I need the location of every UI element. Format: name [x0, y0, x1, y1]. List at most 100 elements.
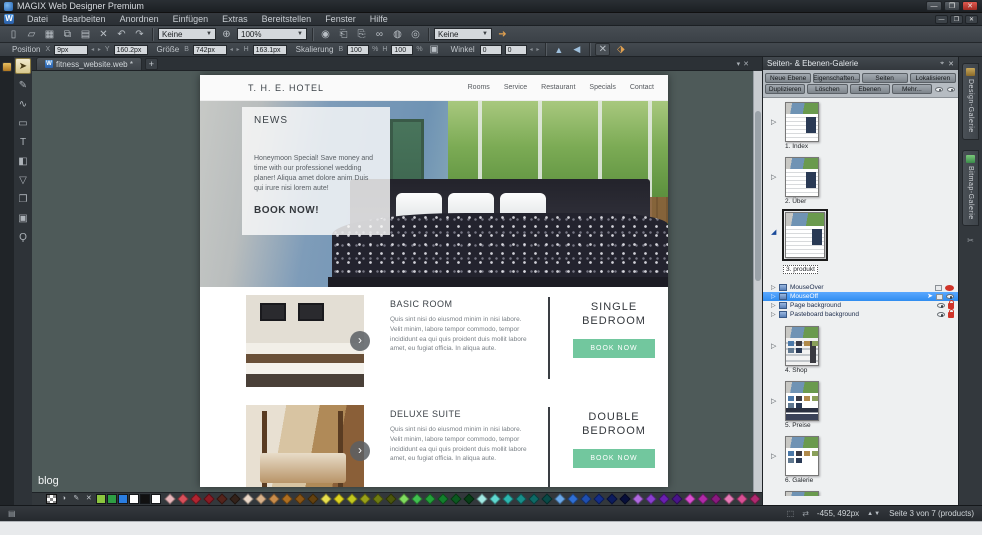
transparency-tool[interactable]: ▽ — [15, 172, 31, 188]
page-up-down-arrows[interactable]: ▲▼ — [867, 511, 881, 517]
color-swatch[interactable] — [697, 493, 710, 505]
export-page-icon[interactable]: ⎗ — [336, 28, 351, 41]
color-swatch[interactable] — [567, 493, 580, 505]
color-swatch[interactable] — [437, 493, 450, 505]
visible-eye-icon[interactable] — [937, 312, 945, 317]
no-color-swatch[interactable] — [46, 494, 57, 504]
color-swatch[interactable] — [398, 493, 411, 505]
color-swatch[interactable] — [359, 493, 372, 505]
color-editor-icon[interactable]: ◑ — [59, 494, 69, 504]
link-icon[interactable]: ∞ — [372, 28, 387, 41]
expander-icon[interactable]: ◢ — [771, 228, 776, 236]
color-swatch[interactable] — [489, 493, 502, 505]
color-swatch[interactable] — [450, 493, 463, 505]
panel-button[interactable]: Seiten — [861, 73, 908, 83]
page-label[interactable]: 5. Preise — [785, 422, 958, 429]
zoom-plus-icon[interactable]: ⊕ — [219, 28, 234, 41]
page-thumbnail[interactable] — [785, 102, 819, 142]
visible-eye-icon[interactable] — [937, 303, 945, 308]
carousel-next-button[interactable]: › — [350, 441, 370, 461]
color-swatch[interactable] — [645, 493, 658, 505]
page-thumbnail-entry[interactable]: ▷ 1. Index — [763, 102, 958, 150]
position-stepper[interactable]: ◂ ▸ — [91, 46, 102, 53]
page-thumbnail[interactable] — [785, 436, 819, 476]
color-swatch[interactable] — [684, 493, 697, 505]
color-swatch[interactable] — [150, 494, 161, 504]
color-swatch[interactable] — [736, 493, 749, 505]
flip-horizontal-icon[interactable]: ▲ — [551, 43, 566, 56]
doc-restore-button[interactable]: ❐ — [950, 14, 963, 24]
color-swatch[interactable] — [723, 493, 736, 505]
photo-tool[interactable]: ▣ — [15, 210, 31, 226]
wrench-icon[interactable]: ✂ — [966, 236, 976, 246]
color-swatch[interactable] — [554, 493, 567, 505]
page-thumbnail-entry[interactable]: ▷ 6. Galerie — [763, 436, 958, 484]
expander-icon[interactable]: ▷ — [771, 302, 776, 309]
expander-icon[interactable]: ▷ — [771, 118, 776, 126]
copy-icon[interactable]: ⧉ — [60, 28, 75, 41]
panel-button[interactable]: Neue Ebene — [765, 73, 812, 83]
delete-icon[interactable]: ✕ — [96, 28, 111, 41]
expander-icon[interactable]: ▷ — [771, 173, 776, 181]
color-swatch[interactable] — [139, 494, 150, 504]
color-swatch[interactable] — [294, 493, 307, 505]
color-swatch[interactable] — [255, 493, 268, 505]
color-swatch[interactable] — [463, 493, 476, 505]
color-swatch[interactable] — [203, 493, 216, 505]
fill-tool[interactable]: ◧ — [15, 153, 31, 169]
color-swatch[interactable] — [619, 493, 632, 505]
layer-row[interactable]: ▷ MouseOver ➤ — [763, 283, 958, 292]
color-swatch[interactable] — [385, 493, 398, 505]
panel-close-icon[interactable]: ✕ — [948, 60, 954, 68]
page-thumbnail-entry[interactable]: ▷ 2. Über — [763, 157, 958, 205]
status-pages-icon[interactable]: ▤ — [8, 509, 16, 518]
expander-icon[interactable]: ▷ — [771, 311, 776, 318]
page-label[interactable]: 3. produkt — [783, 265, 818, 274]
scale-w-field[interactable]: 100 — [347, 44, 370, 55]
page-label[interactable]: 2. Über — [785, 198, 958, 205]
menu-item[interactable]: Anordnen — [113, 13, 166, 26]
color-swatch[interactable] — [593, 493, 606, 505]
site-nav-item[interactable]: Service — [504, 84, 527, 91]
color-swatch[interactable] — [320, 493, 333, 505]
color-swatch[interactable] — [190, 493, 203, 505]
page-thumbnail[interactable] — [785, 491, 819, 496]
named-styles-dropdown[interactable]: Keine ▼ — [158, 28, 216, 40]
color-swatch[interactable] — [216, 493, 229, 505]
panel-button[interactable]: Ebenen — [849, 84, 890, 94]
size-h-field[interactable]: 163.1px — [252, 44, 287, 55]
minimize-button[interactable]: — — [926, 1, 942, 11]
color-swatch[interactable] — [710, 493, 723, 505]
page-thumbnail[interactable] — [785, 326, 819, 366]
news-cta[interactable]: BOOK NOW! — [254, 205, 378, 216]
color-swatch[interactable] — [541, 493, 554, 505]
color-swatch[interactable] — [333, 493, 346, 505]
lock-icon[interactable] — [948, 299, 954, 309]
page-thumbnail-entry[interactable]: ◢ 3. produkt — [763, 209, 958, 276]
color-swatch[interactable] — [606, 493, 619, 505]
pin-icon[interactable]: ⌖ — [940, 60, 944, 68]
selector-tool[interactable]: ➤ — [15, 58, 31, 74]
redo-icon[interactable]: ↷ — [132, 28, 147, 41]
frame-icon[interactable] — [935, 284, 942, 291]
color-swatch[interactable] — [411, 493, 424, 505]
page-thumbnail[interactable] — [785, 381, 819, 421]
color-swatch[interactable] — [117, 494, 128, 504]
angle-stepper[interactable]: ◂ ▸ — [530, 46, 541, 53]
flip-vertical-icon[interactable]: ◀ — [569, 43, 584, 56]
program-menu-icon[interactable]: W — [4, 14, 14, 24]
export-site-icon[interactable]: ⎘ — [354, 28, 369, 41]
new-document-icon[interactable]: ▯ — [6, 28, 21, 41]
news-box[interactable]: NEWS Honeymoon Special! Save money and t… — [242, 107, 390, 235]
open-icon[interactable]: ▱ — [24, 28, 39, 41]
site-nav-item[interactable]: Rooms — [468, 84, 490, 91]
panel-button[interactable]: Eigenschaften... — [813, 73, 860, 83]
page-thumbnail[interactable] — [785, 157, 819, 197]
restore-button[interactable]: ❐ — [944, 1, 960, 11]
book-now-button[interactable]: BOOK NOW — [573, 448, 655, 468]
color-swatch[interactable] — [177, 493, 190, 505]
remove-color-icon[interactable]: ✕ — [84, 494, 94, 504]
layer-label[interactable]: Pasteboard background — [790, 311, 859, 318]
color-swatch[interactable] — [502, 493, 515, 505]
color-swatch[interactable] — [476, 493, 489, 505]
